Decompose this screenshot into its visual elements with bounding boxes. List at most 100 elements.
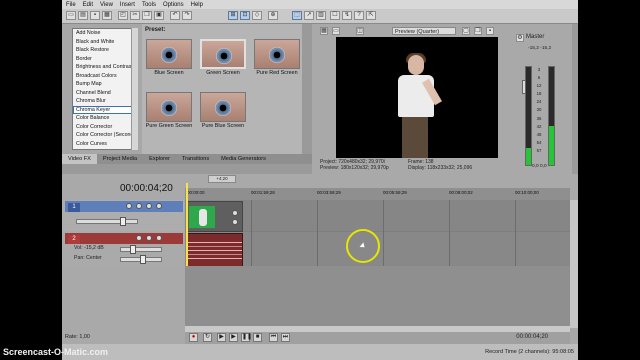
audio-clip[interactable] [186,233,243,267]
clip-pan-crop-icon[interactable] [232,219,238,225]
preview-quality-select[interactable]: Preview (Quarter) [392,27,456,35]
preset-pure-blue-screen[interactable]: Pure Blue Screen [198,92,248,132]
loop-region-marker[interactable]: +4;20 [208,175,236,183]
solo-icon[interactable] [156,203,162,209]
render-icon[interactable]: ◰ [118,11,128,20]
overlays-icon[interactable]: ▢ [462,27,470,35]
open-icon[interactable]: ▤ [78,11,88,20]
copy-snapshot-icon[interactable]: ❐ [474,27,482,35]
video-track-header[interactable]: 1 [62,200,184,231]
play-icon[interactable]: ▶ [229,333,238,342]
stop-icon[interactable]: ■ [253,333,262,342]
fx-item[interactable]: Add Noise [73,29,136,38]
zoom-icon[interactable]: ⊕ [268,11,278,20]
edit-tool-icon[interactable]: ⬚ [292,11,302,20]
audio-fx-icon[interactable] [136,235,142,241]
preset-pure-red-screen[interactable]: Pure Red Screen [252,39,302,79]
external-monitor-icon[interactable]: ▭ [332,27,340,35]
ripple-icon[interactable]: ↯ [342,11,352,20]
lock-icon[interactable]: ☐ [330,11,340,20]
audio-solo-icon[interactable] [156,235,162,241]
help-icon[interactable]: ? [354,11,364,20]
copy-icon[interactable]: ❐ [142,11,152,20]
envelope-tool-icon[interactable]: ↗ [304,11,314,20]
envelope-icon[interactable]: ◇ [252,11,262,20]
save-icon[interactable]: ▪ [90,11,100,20]
track-fx-icon[interactable] [136,203,142,209]
fx-item[interactable]: Chroma Blur [73,97,136,106]
audio-mute-icon[interactable] [146,235,152,241]
meter-right [548,66,555,166]
menu-view[interactable]: View [100,2,113,8]
preset-pure-green-screen[interactable]: Pure Green Screen [144,92,194,132]
clip-fx-icon[interactable] [232,210,238,216]
keyed-person-image [388,53,448,158]
play-from-start-icon[interactable]: ▶ [217,333,226,342]
go-to-end-icon[interactable]: ⏭ [281,333,290,342]
pan-slider-knob[interactable] [140,255,146,264]
redo-icon[interactable]: ↷ [182,11,192,20]
select-icon[interactable]: ⊡ [240,11,250,20]
fx-item-selected[interactable]: Chroma Keyer [73,105,136,114]
preset-blue-screen[interactable]: Blue Screen [144,39,194,79]
menu-file[interactable]: File [66,2,76,8]
tab-explorer[interactable]: Explorer [143,154,176,164]
video-track-number: 1 [68,203,80,212]
tab-project-media[interactable]: Project Media [97,154,143,164]
fx-item[interactable]: Color Corrector (Secondary) [73,131,136,140]
menu-help[interactable]: Help [191,2,203,8]
selection-tool-icon[interactable]: ▥ [316,11,326,20]
preview-properties-icon[interactable]: ▦ [320,27,328,35]
menu-tools[interactable]: Tools [142,2,156,8]
level-slider-knob[interactable] [120,217,126,226]
go-to-start-icon[interactable]: ⏮ [269,333,278,342]
split-screen-icon[interactable]: ◫ [356,27,364,35]
fx-item[interactable]: Border [73,55,136,64]
status-timecode: 00:00:04;20 [516,334,548,340]
preset-green-screen[interactable]: Green Screen [198,39,248,79]
tab-media-generators[interactable]: Media Generators [215,154,272,164]
fx-item[interactable]: Bump Map [73,80,136,89]
level-slider[interactable] [76,219,138,224]
volume-row: Vol: -15,2 dB [74,245,104,251]
track-motion-icon[interactable] [126,203,132,209]
fx-item[interactable]: Color Balance [73,114,136,123]
paste-icon[interactable]: ▣ [154,11,164,20]
fx-item[interactable]: Color Curves [73,140,136,149]
tab-video-fx[interactable]: Video FX [62,154,97,164]
tab-transitions[interactable]: Transitions [176,154,215,164]
snap-icon[interactable]: ⊞ [228,11,238,20]
whats-this-icon[interactable]: ⇱ [366,11,376,20]
video-clip[interactable] [186,201,243,232]
mute-icon[interactable] [146,203,152,209]
fx-item[interactable]: Color Corrector [73,123,136,132]
fx-item[interactable]: Black Restore [73,46,136,55]
volume-slider-knob[interactable] [130,245,136,254]
track-area[interactable] [185,200,570,267]
empty-track-area[interactable] [185,266,570,328]
properties-icon[interactable]: ▦ [102,11,112,20]
display-label: Display: [408,165,426,171]
save-snapshot-icon[interactable]: ▪ [486,27,494,35]
master-fx-icon[interactable]: ⚙ [516,34,524,42]
pause-icon[interactable]: ❚❚ [241,333,252,342]
menu-options[interactable]: Options [163,2,184,8]
loop-playback-icon[interactable]: ↻ [203,333,212,342]
fx-item[interactable]: Broadcast Colors [73,72,136,81]
fx-item[interactable]: Black and White [73,38,136,47]
record-icon[interactable]: ● [189,333,198,342]
undo-icon[interactable]: ↶ [170,11,180,20]
volume-slider[interactable] [120,247,162,252]
fx-item[interactable]: Brightness and Contrast [73,63,136,72]
fx-list-scrollbar[interactable] [131,28,138,150]
peak-right: -15,2 [540,46,552,51]
audio-track-header[interactable]: 2 Vol: -15,2 dB Pan: Center [62,232,184,266]
menu-insert[interactable]: Insert [120,2,135,8]
video-track-bar [65,201,183,212]
time-ruler[interactable]: 00:00:00 00:01:59;28 00:03:59;29 00:05:5… [185,188,570,200]
timeline-vertical-scrollbar[interactable] [570,200,578,328]
cut-icon[interactable]: ✂ [130,11,140,20]
menu-edit[interactable]: Edit [83,2,93,8]
new-icon[interactable]: ▭ [66,11,76,20]
fx-item[interactable]: Channel Blend [73,89,136,98]
